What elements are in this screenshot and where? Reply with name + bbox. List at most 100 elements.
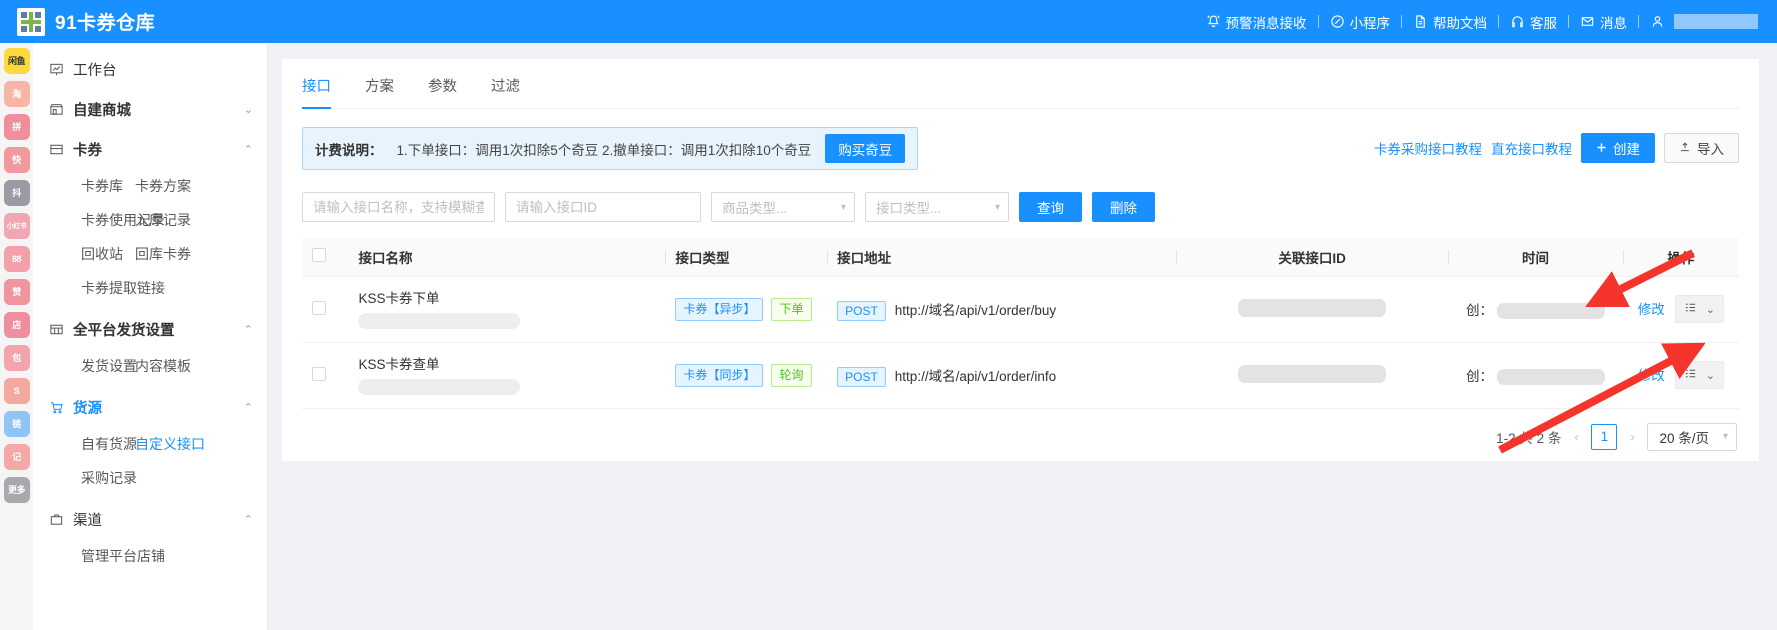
cell-time: 创： [1448, 342, 1622, 408]
edit-link[interactable]: 修改 [1638, 368, 1665, 383]
chevron-down-icon[interactable]: ⌄ [244, 103, 253, 116]
sidebar-item-渠道[interactable]: 渠道⌃ [33, 499, 267, 539]
chevron-down-icon: ⌄ [1706, 369, 1715, 382]
cell-url: POSThttp://域名/api/v1/order/buy [827, 276, 1176, 342]
chevron-up-icon[interactable]: ⌃ [244, 513, 253, 526]
sidebar-subitem-卡券提取链接[interactable]: 卡券提取链接 [81, 271, 125, 305]
create-button[interactable]: 创建 [1581, 133, 1655, 163]
douyin-app-icon[interactable]: 抖 [4, 180, 30, 206]
sidebar-item-货源[interactable]: 货源⌃ [33, 387, 267, 427]
sidebar-subitem-管理平台店铺[interactable]: 管理平台店铺 [81, 539, 125, 573]
link-app-icon[interactable]: 链 [4, 411, 30, 437]
chevron-up-icon[interactable]: ⌃ [244, 323, 253, 336]
sidebar-item-工作台[interactable]: 工作台 [33, 49, 267, 89]
row-checkbox[interactable] [312, 301, 326, 315]
topnav-item-alert[interactable]: 预警消息接收 [1195, 12, 1318, 32]
sidebar-subitem-内容模板[interactable]: 内容模板 [135, 349, 267, 383]
api-type-select[interactable]: 接口类型... ▾ [865, 192, 1009, 222]
sidebar-item-自建商城[interactable]: 自建商城 ⌄ [33, 89, 267, 129]
search-name-input[interactable] [302, 192, 495, 222]
goods-type-select[interactable]: 商品类型... ▾ [711, 192, 855, 222]
tab-interface[interactable]: 接口 [302, 75, 331, 108]
topnav-item-help[interactable]: 帮助文档 [1402, 12, 1498, 32]
topnav-item-message[interactable]: 消息 [1569, 12, 1638, 32]
page-size-value: 20 条/页 [1659, 427, 1709, 447]
tab-params[interactable]: 参数 [428, 75, 457, 108]
search-button[interactable]: 查询 [1019, 192, 1082, 222]
sidebar-subitem-自定义接口[interactable]: 自定义接口 [135, 427, 267, 461]
table-row: KSS卡券查单卡券【同步】轮询POSThttp://域名/api/v1/orde… [302, 342, 1739, 408]
select-all-checkbox[interactable] [312, 248, 326, 262]
topnav-label: 预警消息接收 [1226, 12, 1307, 32]
sidebar-subitem-采购记录[interactable]: 采购记录 [81, 461, 125, 495]
row-checkbox[interactable] [312, 367, 326, 381]
chevron-down-icon: ▾ [827, 202, 846, 213]
tab-label: 方案 [365, 79, 394, 95]
tab-plan[interactable]: 方案 [365, 75, 394, 108]
tab-label: 接口 [302, 79, 331, 95]
row-menu-button[interactable]: ⌄ [1675, 361, 1724, 389]
more-app-icon[interactable]: 更多 [4, 477, 30, 503]
column-url: 接口地址 [827, 238, 1176, 276]
sidebar-subitem-发货设置[interactable]: 发货设置 [81, 349, 125, 383]
user-account[interactable] [1639, 14, 1769, 29]
tag-interface-type: 卡券【异步】 [675, 298, 763, 321]
buy-beans-button[interactable]: 购买奇豆 [825, 134, 905, 163]
row-select-cell [302, 276, 348, 342]
pdd-app-icon[interactable]: 拼 [4, 114, 30, 140]
search-id-input[interactable] [505, 192, 701, 222]
taobao-app-icon[interactable]: 淘 [4, 81, 30, 107]
list-menu-icon [1684, 301, 1697, 317]
row-menu-button[interactable]: ⌄ [1675, 295, 1724, 323]
like-app-icon[interactable]: 赞 [4, 279, 30, 305]
note-app-icon[interactable]: 记 [4, 444, 30, 470]
topnav-label: 客服 [1530, 12, 1557, 32]
sidebar-subitem-自有货源[interactable]: 自有货源 [81, 427, 125, 461]
xiaohongshu-app-icon[interactable]: 小红书 [4, 213, 30, 239]
sidebar-item-卡券[interactable]: 卡券⌃ [33, 129, 267, 169]
kuaishou-app-icon[interactable]: 快 [4, 147, 30, 173]
link-direct-recharge-tutorial[interactable]: 直充接口教程 [1491, 138, 1572, 158]
topnav-item-miniprogram[interactable]: 小程序 [1319, 12, 1402, 32]
topnav-item-support[interactable]: 客服 [1499, 12, 1568, 32]
edit-link[interactable]: 修改 [1638, 302, 1665, 317]
delete-button[interactable]: 删除 [1092, 192, 1155, 222]
cell-related-id [1176, 276, 1449, 342]
sidebar-subitem-入库记录[interactable]: 入库记录 [135, 203, 267, 237]
bell-alert-icon [1206, 14, 1221, 29]
bag-app-icon[interactable]: 包 [4, 345, 30, 371]
sidebar-subitem-回库卡券[interactable]: 回库卡券 [135, 237, 267, 271]
weibo-app-icon[interactable]: 88 [4, 246, 30, 272]
grid-settings-icon [49, 322, 69, 337]
sidebar-subitem-卡券库[interactable]: 卡券库 [81, 169, 125, 203]
row-select-cell [302, 342, 348, 408]
tab-filter[interactable]: 过滤 [491, 75, 520, 108]
import-button[interactable]: 导入 [1664, 133, 1739, 163]
content-card: 接口 方案 参数 过滤 计费说明： 1.下单接口：调用1次扣除5个奇豆 2.撤单… [282, 59, 1759, 461]
sidebar-item-label: 自建商城 [73, 99, 131, 120]
xianyu-app-icon[interactable]: 闲鱼 [4, 48, 30, 74]
cell-time: 创： [1448, 276, 1622, 342]
page-number-1[interactable]: 1 [1591, 424, 1617, 450]
sidebar-item-全平台发货设置[interactable]: 全平台发货设置⌃ [33, 309, 267, 349]
topnav-label: 帮助文档 [1433, 12, 1487, 32]
sidebar-nav: 工作台自建商城 ⌄ 卡券⌃卡券库卡券方案卡券使用记录入库记录回收站回库卡券卡券提取链… [33, 43, 268, 630]
sidebar-subitem-卡券方案[interactable]: 卡券方案 [135, 169, 267, 203]
tab-label: 过滤 [491, 79, 520, 95]
link-card-purchase-tutorial[interactable]: 卡券采购接口教程 [1374, 138, 1482, 158]
chevron-up-icon[interactable]: ⌃ [244, 143, 253, 156]
chevron-right-icon[interactable]: › [1626, 430, 1638, 444]
shopee-app-icon[interactable]: S [4, 378, 30, 404]
brand[interactable]: 91卡券仓库 [0, 8, 155, 36]
table-row: KSS卡券下单卡券【异步】下单POSThttp://域名/api/v1/orde… [302, 276, 1739, 342]
column-label: 关联接口ID [1278, 251, 1346, 266]
sidebar-subitem-回收站[interactable]: 回收站 [81, 237, 125, 271]
chevron-left-icon[interactable]: ‹ [1570, 430, 1582, 444]
page-size-select[interactable]: 20 条/页 ▾ [1647, 423, 1737, 451]
sidebar-group-5: 渠道⌃管理平台店铺 [33, 499, 267, 577]
column-type: 接口类型 [665, 238, 827, 276]
chevron-up-icon[interactable]: ⌃ [244, 401, 253, 414]
shop-app-icon[interactable]: 店 [4, 312, 30, 338]
cell-type: 卡券【异步】下单 [665, 276, 827, 342]
sidebar-subitem-卡券使用记录[interactable]: 卡券使用记录 [81, 203, 125, 237]
